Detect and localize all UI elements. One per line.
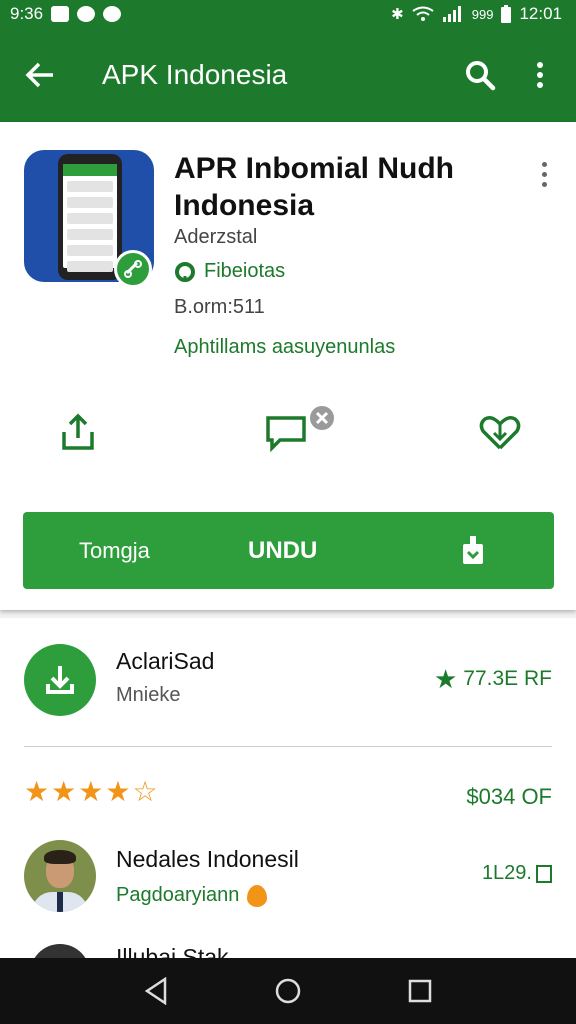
install-button[interactable]: UNDU	[248, 537, 317, 565]
back-button[interactable]	[20, 55, 60, 95]
star-filled-icon: ★	[51, 776, 77, 807]
category-tag[interactable]: Fibeiotas	[174, 260, 285, 283]
download-heart-icon	[479, 416, 521, 450]
app-name: APR Inbomial Nudh Indonesia	[174, 152, 454, 222]
action-row	[0, 402, 576, 462]
app-size: B.orm:511	[174, 296, 265, 318]
nav-home-button[interactable]	[264, 967, 312, 1015]
divider	[24, 746, 552, 747]
app-menu-button[interactable]	[530, 154, 558, 194]
nav-recents-button[interactable]	[396, 967, 444, 1015]
search-button[interactable]	[458, 53, 502, 97]
messenger-icon	[77, 6, 96, 22]
fire-icon	[247, 884, 268, 907]
back-arrow-icon	[25, 62, 53, 88]
nav-back-button[interactable]	[132, 967, 180, 1015]
share-button[interactable]	[56, 410, 100, 454]
star-empty-icon: ☆	[132, 776, 158, 807]
rating-value: 77.3E RF	[463, 667, 552, 690]
status-bar-left: 9:36	[10, 4, 122, 24]
system-nav-bar	[0, 958, 576, 1024]
comment-button[interactable]	[264, 410, 308, 454]
close-badge-icon	[310, 406, 334, 430]
detail-row-subtitle: Mnieke	[116, 684, 181, 706]
download-arrow-icon	[46, 666, 74, 694]
network-label: 999	[471, 6, 494, 22]
box-icon	[536, 864, 552, 883]
app-description: Aphtillams aasuyenunlas	[174, 336, 396, 358]
recents-square-icon	[408, 979, 432, 1003]
detail-row-title: AclariSad	[116, 648, 215, 674]
star-filled-icon: ★	[105, 776, 131, 807]
app-detail-card: APR Inbomial Nudh Indonesia Aderzstal Fi…	[0, 122, 576, 610]
search-icon	[466, 61, 496, 91]
more-vert-icon	[537, 62, 543, 88]
dismiss-badge[interactable]	[306, 402, 338, 434]
details-card: AclariSad Mnieke ★ 77.3E RF ★ ★ ★ ★ ☆ $0…	[0, 618, 576, 1004]
page-title: APK Indonesia	[102, 59, 288, 90]
reviewer-subtitle-text: Pagdoaryiann	[116, 884, 240, 906]
reviewer-subtitle: Pagdoaryiann	[116, 884, 268, 907]
developer-name[interactable]: Aderzstal	[174, 226, 257, 249]
link-badge-icon	[114, 250, 152, 288]
wifi-icon	[412, 6, 434, 21]
star-rating[interactable]: ★ ★ ★ ★ ☆	[24, 778, 158, 806]
rating-summary: ★ 77.3E RF	[434, 666, 552, 692]
share-icon	[62, 413, 94, 450]
status-bar: 9:36 ✱ 999 12:01	[0, 0, 576, 28]
star-filled-icon: ★	[24, 776, 50, 807]
install-secondary-label[interactable]: Tomgja	[79, 538, 150, 564]
phone-illustration	[58, 154, 122, 280]
wishlist-button[interactable]	[478, 410, 522, 454]
status-time-left: 9:36	[10, 4, 44, 23]
price-label: $034 OF	[466, 784, 552, 809]
category-label: Fibeiotas	[204, 260, 286, 282]
home-circle-icon	[275, 978, 301, 1004]
comment-icon	[266, 416, 306, 452]
avatar[interactable]	[24, 840, 96, 912]
download-badge[interactable]	[24, 644, 96, 716]
install-icon[interactable]	[457, 534, 489, 566]
reviewer-meta: 1L29.	[482, 862, 552, 885]
overflow-menu-button[interactable]	[518, 53, 562, 97]
bluetooth-icon: ✱	[391, 5, 404, 23]
reviewer-name: Nedales Indonesil	[116, 846, 299, 872]
reviewer-meta-value: 1L29.	[481, 862, 532, 884]
back-triangle-icon	[144, 977, 167, 1005]
circle-notification-icon	[103, 6, 122, 22]
rating-star-icon: ★	[433, 664, 458, 694]
star-filled-icon: ★	[78, 776, 104, 807]
status-bar-right: ✱ 999 12:01	[391, 4, 562, 24]
category-icon	[175, 261, 195, 282]
signal-icon	[442, 6, 461, 22]
app-bar: APK Indonesia	[0, 28, 576, 122]
image-notification-icon	[51, 6, 70, 22]
battery-icon	[501, 5, 512, 23]
install-bar[interactable]: Tomgja UNDU	[23, 512, 554, 589]
status-time-right: 12:01	[519, 4, 562, 23]
